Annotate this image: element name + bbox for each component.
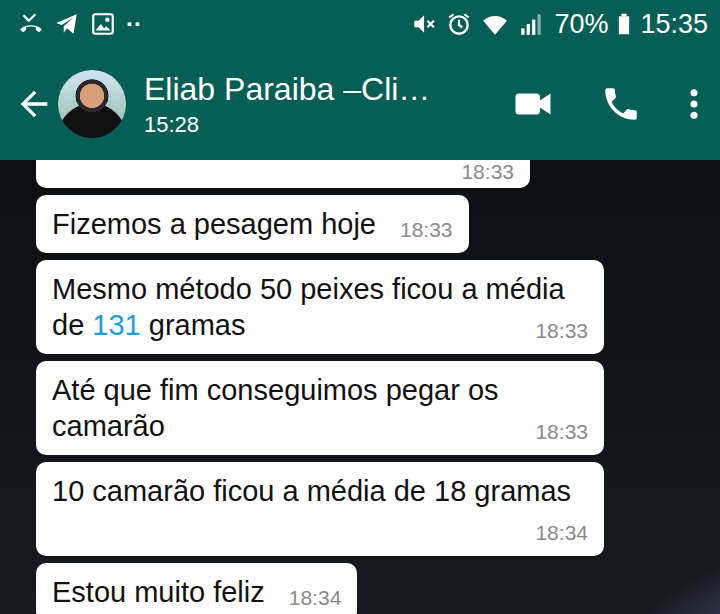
chat-screen: ·· 70% 15:35 Eliab Paraiba –Cli… 15:28 1… — [0, 0, 720, 614]
status-bar: ·· 70% 15:35 — [0, 0, 720, 48]
message-time: 18:33 — [535, 420, 588, 444]
chat-header: Eliab Paraiba –Cli… 15:28 — [0, 48, 720, 160]
number-link[interactable]: 131 — [92, 309, 140, 341]
message-text: gramas — [141, 309, 246, 341]
more-options-icon[interactable] — [688, 87, 700, 121]
contact-name: Eliab Paraiba –Cli… — [144, 71, 512, 108]
message-text: Até que fim conseguimos pegar os camarão — [52, 374, 499, 442]
signal-icon — [518, 11, 544, 37]
mute-icon — [410, 11, 436, 37]
message-text: Estou muito feliz — [52, 576, 265, 608]
message-time: 18:34 — [289, 586, 342, 610]
notification-dots: ·· — [126, 10, 142, 38]
message-text: Fizemos a pesagem hoje — [52, 208, 376, 240]
last-seen: 15:28 — [144, 112, 512, 138]
battery-icon — [618, 12, 630, 36]
message-time: 18:34 — [535, 521, 588, 545]
message-bubble[interactable]: Até que fim conseguimos pegar os camarão… — [36, 361, 604, 455]
message-bubble[interactable]: Mesmo método 50 peixes ficou a média de … — [36, 260, 604, 354]
contact-avatar[interactable] — [58, 70, 126, 138]
alarm-icon — [446, 11, 472, 37]
message-bubble[interactable]: Estou muito feliz 18:34 — [36, 563, 357, 614]
message-time: 18:33 — [535, 319, 588, 343]
clock: 15:35 — [640, 9, 708, 40]
message-bubble[interactable]: Fizemos a pesagem hoje 18:33 — [36, 195, 469, 253]
back-arrow-icon[interactable] — [14, 84, 54, 124]
message-bubble[interactable]: 10 camarão ficou a média de 18 gramas 18:… — [36, 462, 604, 556]
message-time: 18:33 — [461, 160, 514, 184]
message-time: 18:33 — [400, 218, 453, 242]
telegram-icon — [54, 11, 80, 37]
battery-level: 70% — [554, 9, 608, 40]
image-icon — [90, 11, 116, 37]
contact-info[interactable]: Eliab Paraiba –Cli… 15:28 — [144, 71, 512, 138]
missed-call-icon — [18, 11, 44, 37]
message-bubble[interactable]: 18:33 — [36, 160, 530, 188]
phone-icon[interactable] — [600, 83, 642, 125]
message-text: 10 camarão ficou a média de 18 gramas — [52, 475, 571, 507]
video-call-icon[interactable] — [512, 83, 554, 125]
wifi-icon — [482, 11, 508, 37]
chat-area: 18:33Fizemos a pesagem hoje18:33Mesmo mé… — [0, 160, 720, 614]
